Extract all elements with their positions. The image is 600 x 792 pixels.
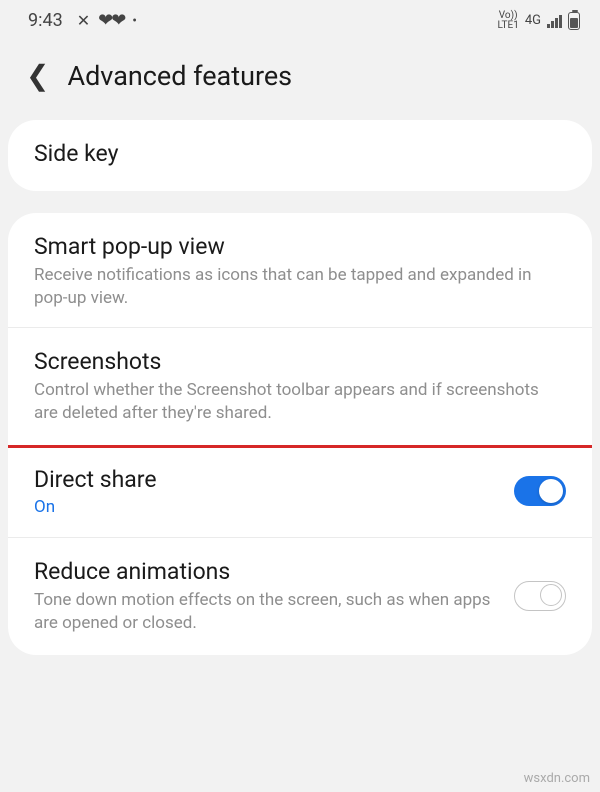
app-header: ❮ Advanced features <box>0 37 600 120</box>
back-icon[interactable]: ❮ <box>26 59 49 92</box>
more-indicator-icon: • <box>132 13 137 29</box>
net-top: Vo)) <box>498 11 519 21</box>
reduce-animations-desc: Tone down motion effects on the screen, … <box>34 589 496 635</box>
toggle-knob <box>540 584 562 606</box>
status-bar: 9:43 ✕ ❤︎❤︎ • Vo)) LTE1 4G <box>0 0 600 37</box>
row-smart-popup[interactable]: Smart pop-up view Receive notifications … <box>8 213 592 330</box>
card-side-key: Side key <box>8 120 592 191</box>
volte-indicator: Vo)) LTE1 <box>498 11 519 31</box>
card-advanced-options: Smart pop-up view Receive notifications … <box>8 213 592 655</box>
direct-share-toggle[interactable] <box>514 476 566 506</box>
close-icon: ✕ <box>77 11 90 30</box>
network-gen: 4G <box>525 13 541 28</box>
row-screenshots[interactable]: Screenshots Control whether the Screensh… <box>8 327 592 448</box>
row-reduce-animations[interactable]: Reduce animations Tone down motion effec… <box>8 537 592 655</box>
toggle-knob <box>539 479 563 503</box>
direct-share-state: On <box>34 497 496 517</box>
screenshots-title: Screenshots <box>34 348 566 375</box>
signal-icon <box>547 14 562 28</box>
status-time: 9:43 <box>28 10 63 31</box>
direct-share-title: Direct share <box>34 466 496 493</box>
smart-popup-title: Smart pop-up view <box>34 233 566 260</box>
reduce-animations-title: Reduce animations <box>34 558 496 585</box>
watermark: wsxdn.com <box>524 771 590 786</box>
battery-icon <box>568 12 580 30</box>
screenshots-desc: Control whether the Screenshot toolbar a… <box>34 379 566 425</box>
status-left: 9:43 ✕ ❤︎❤︎ • <box>28 10 137 31</box>
status-right: Vo)) LTE1 4G <box>498 11 581 31</box>
heart-icon: ❤︎❤︎ <box>98 10 124 31</box>
page-title: Advanced features <box>67 60 292 92</box>
side-key-title: Side key <box>34 140 566 167</box>
smart-popup-desc: Receive notifications as icons that can … <box>34 264 566 310</box>
row-direct-share[interactable]: Direct share On <box>8 445 592 537</box>
reduce-animations-toggle[interactable] <box>514 581 566 611</box>
net-bottom: LTE1 <box>498 21 519 31</box>
row-side-key[interactable]: Side key <box>8 120 592 191</box>
